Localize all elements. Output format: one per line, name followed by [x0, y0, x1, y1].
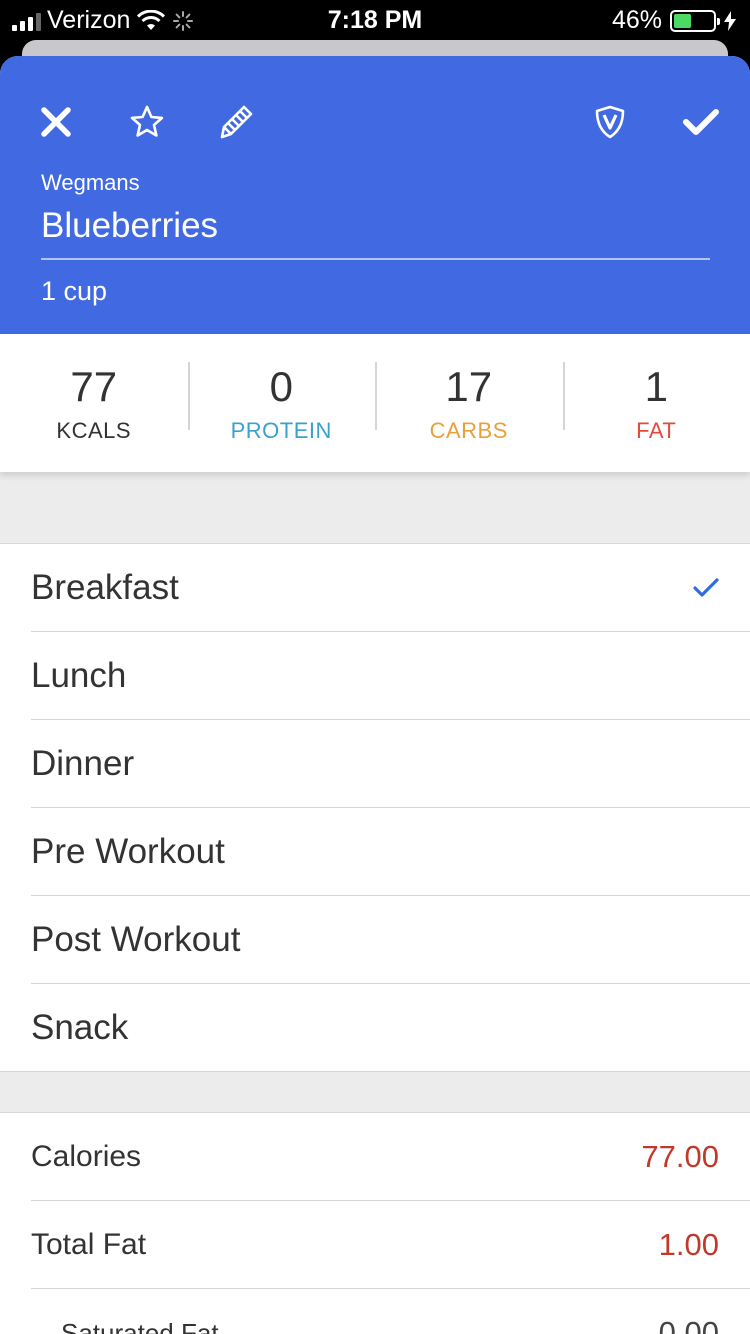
macros-summary: 77 KCALS 0 PROTEIN 17 CARBS 1 FAT — [0, 334, 750, 472]
meal-label: Dinner — [31, 744, 135, 783]
nutrient-label: Saturated Fat — [61, 1317, 219, 1334]
food-header: Wegmans Blueberries 1 cup — [0, 56, 750, 334]
macro-label: FAT — [636, 418, 677, 443]
macro-value: 0 — [269, 363, 293, 410]
food-name-field[interactable]: Blueberries — [41, 206, 218, 246]
macro-value: 77 — [70, 363, 118, 410]
status-right: 46% — [612, 6, 736, 35]
star-icon — [130, 105, 164, 137]
meal-option-dinner[interactable]: Dinner — [0, 720, 750, 808]
status-bar: Verizon 7:18 PM 46% — [0, 0, 750, 40]
confirm-button[interactable] — [677, 98, 725, 146]
macro-protein: 0 PROTEIN — [187, 362, 376, 444]
macro-kcals: 77 KCALS — [0, 362, 188, 444]
nutrient-value: 0.00 — [658, 1315, 719, 1334]
charging-bolt-icon — [724, 10, 736, 31]
favorite-button[interactable] — [123, 98, 171, 146]
section-spacer — [0, 1072, 750, 1113]
pencil-icon — [220, 105, 253, 139]
meal-label: Breakfast — [31, 568, 179, 607]
meal-option-pre-workout[interactable]: Pre Workout — [0, 808, 750, 896]
close-button[interactable] — [32, 98, 80, 146]
food-detail-sheet: Wegmans Blueberries 1 cup 77 KCALS 0 PRO… — [0, 56, 750, 1334]
nutrient-value: 1.00 — [658, 1227, 719, 1262]
nutrition-row-calories: Calories 77.00 — [0, 1113, 750, 1201]
macro-label: CARBS — [429, 418, 508, 443]
nutrient-label: Total Fat — [31, 1228, 147, 1261]
nutrition-row-total-fat: Total Fat 1.00 — [0, 1201, 750, 1289]
battery-fill — [674, 13, 692, 28]
selected-check-icon — [693, 578, 719, 597]
macro-carbs: 17 CARBS — [375, 362, 563, 444]
macro-label: PROTEIN — [230, 418, 332, 443]
macro-fat: 1 FAT — [562, 362, 750, 444]
checkmark-icon — [683, 109, 719, 135]
macro-value: 1 — [644, 363, 668, 410]
section-spacer — [0, 472, 750, 544]
meal-option-lunch[interactable]: Lunch — [0, 632, 750, 720]
macro-label: KCALS — [56, 418, 132, 443]
shield-v-icon — [595, 105, 625, 139]
meal-label: Post Workout — [31, 920, 241, 959]
battery-icon — [670, 9, 720, 32]
nutrient-label: Calories — [31, 1140, 142, 1173]
meal-option-snack[interactable]: Snack — [0, 984, 750, 1072]
edit-button[interactable] — [212, 98, 260, 146]
food-name-underline — [41, 258, 710, 260]
close-icon — [41, 107, 71, 137]
serving-size-selector[interactable]: 1 cup — [41, 276, 107, 307]
meal-option-post-workout[interactable]: Post Workout — [0, 896, 750, 984]
nutrient-value: 77.00 — [641, 1139, 719, 1174]
nutrition-row-saturated-fat: Saturated Fat 0.00 — [0, 1289, 750, 1334]
nutrition-list: Calories 77.00 Total Fat 1.00 Saturated … — [0, 1113, 750, 1334]
meal-list: Breakfast Lunch Dinner Pre Workout Post … — [0, 544, 750, 1072]
verified-button[interactable] — [586, 98, 634, 146]
macro-value: 17 — [445, 363, 493, 410]
meal-label: Lunch — [31, 656, 127, 695]
meal-option-breakfast[interactable]: Breakfast — [0, 544, 750, 632]
brand-label: Wegmans — [41, 170, 140, 195]
meal-label: Pre Workout — [31, 832, 225, 871]
meal-label: Snack — [31, 1008, 129, 1047]
battery-percent: 46% — [611, 6, 662, 34]
